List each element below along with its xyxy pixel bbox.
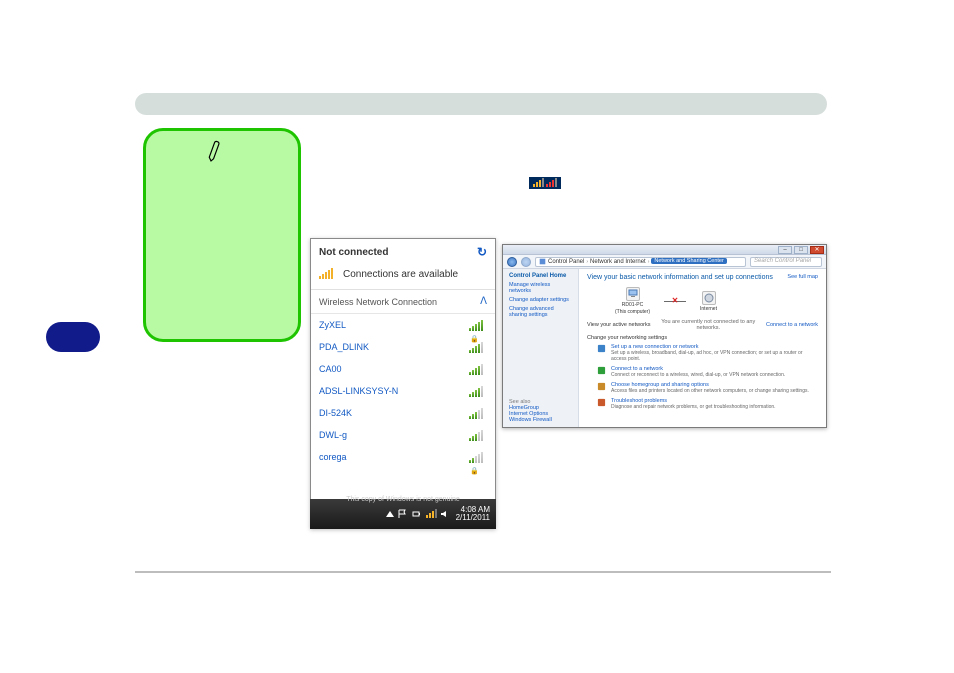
- wifi-status-text: Not connected: [319, 247, 388, 258]
- close-button[interactable]: ✕: [810, 246, 824, 254]
- task-icon: [597, 366, 606, 375]
- wifi-network-name: DWL-g: [319, 430, 347, 440]
- signal-strength-icon: 🔒: [469, 319, 487, 331]
- signal-strength-icon: [469, 385, 487, 397]
- cp-task-item[interactable]: Choose homegroup and sharing optionsAcce…: [597, 382, 818, 394]
- sidebar-heading: Control Panel Home: [509, 273, 572, 279]
- task-desc: Access files and printers located on oth…: [611, 388, 809, 394]
- wifi-network-item[interactable]: DI-524K: [311, 402, 495, 424]
- pc-name-label: RD01-PC: [622, 302, 643, 308]
- wifi-network-item[interactable]: DWL-g: [311, 424, 495, 446]
- task-icon: [597, 398, 606, 407]
- window-titlebar[interactable]: – □ ✕: [503, 245, 826, 255]
- sidebar-link-advanced-sharing[interactable]: Change advanced sharing settings: [509, 306, 572, 318]
- wifi-network-name: CA00: [319, 364, 342, 374]
- sidebar-link-adapter[interactable]: Change adapter settings: [509, 297, 572, 303]
- volume-icon[interactable]: [440, 509, 450, 519]
- signal-strength-icon: [469, 407, 487, 419]
- cp-task-item[interactable]: Troubleshoot problemsDiagnose and repair…: [597, 398, 818, 410]
- broken-x-icon: ✕: [672, 296, 679, 305]
- blue-pill: [46, 322, 100, 352]
- cp-task-item[interactable]: Set up a new connection or networkSet up…: [597, 344, 818, 362]
- main-heading: View your basic network information and …: [587, 274, 773, 281]
- change-settings-heading: Change your networking settings: [587, 335, 818, 341]
- wifi-network-name: corega: [319, 452, 347, 462]
- signal-strength-icon: 🔒: [469, 451, 487, 463]
- network-broken-line: ✕: [664, 301, 686, 302]
- task-desc: Set up a wireless, broadband, dial-up, a…: [611, 350, 818, 362]
- clock-date: 2/11/2011: [456, 514, 490, 522]
- wifi-network-name: ZyXEL: [319, 320, 346, 330]
- internet-label: Internet: [700, 306, 717, 312]
- chevron-up-icon[interactable]: ᐱ: [480, 296, 487, 307]
- signal-strength-icon: [469, 363, 487, 375]
- crumb-2[interactable]: Network and Internet: [590, 259, 646, 265]
- maximize-button[interactable]: □: [794, 246, 808, 254]
- active-networks-heading: View your active networks: [587, 322, 650, 328]
- chevron-right-icon: ›: [586, 259, 588, 265]
- nav-forward-button[interactable]: [521, 257, 531, 267]
- cp-task-item[interactable]: Connect to a networkConnect or reconnect…: [597, 366, 818, 378]
- wireless-networks-popup: Not connected ↻ Connections are availabl…: [310, 238, 496, 529]
- windows-genuine-text: This copy of Windows is not genuine: [310, 496, 496, 503]
- refresh-icon[interactable]: ↻: [477, 245, 487, 259]
- wifi-network-item[interactable]: corega 🔒: [311, 446, 495, 468]
- active-networks-msg: You are currently not connected to any n…: [650, 319, 766, 331]
- wifi-network-item[interactable]: ADSL-LINKSYSY-N: [311, 380, 495, 402]
- sidebar-link-manage-wireless[interactable]: Manage wireless networks: [509, 282, 572, 294]
- task-desc: Connect or reconnect to a wireless, wire…: [611, 372, 785, 378]
- pen-icon: [200, 135, 229, 164]
- pc-icon: [626, 287, 640, 301]
- green-note-box: [143, 128, 301, 342]
- bottom-divider: [135, 571, 831, 573]
- top-rounded-bar: [135, 93, 827, 115]
- wifi-network-item[interactable]: ZyXEL 🔒: [311, 314, 495, 336]
- chevron-right-icon: ›: [648, 259, 650, 265]
- address-bar-row: Control Panel › Network and Internet › N…: [503, 255, 826, 269]
- task-desc: Diagnose and repair network problems, or…: [611, 404, 776, 410]
- connections-available-text: Connections are available: [343, 269, 458, 280]
- wifi-network-item[interactable]: PDA_DLINK: [311, 336, 495, 358]
- wifi-network-name: DI-524K: [319, 408, 352, 418]
- wireless-section-title: Wireless Network Connection: [319, 297, 437, 307]
- cp-main: View your basic network information and …: [579, 269, 826, 427]
- signal-strength-icon: [469, 341, 487, 353]
- connect-network-link[interactable]: Connect to a network: [766, 322, 818, 328]
- signal-available-icon: [319, 267, 337, 281]
- network-tray-icon[interactable]: [426, 509, 436, 519]
- crumb-1[interactable]: Control Panel: [548, 259, 584, 265]
- task-list: Set up a new connection or networkSet up…: [587, 344, 818, 410]
- wifi-network-name: ADSL-LINKSYSY-N: [319, 386, 398, 396]
- minimize-button[interactable]: –: [778, 246, 792, 254]
- task-icon: [597, 382, 606, 391]
- control-panel-icon: [539, 258, 546, 265]
- nav-back-button[interactable]: [507, 257, 517, 267]
- power-icon[interactable]: [412, 509, 422, 519]
- search-input[interactable]: Search Control Panel: [750, 257, 822, 267]
- flag-icon[interactable]: [398, 509, 408, 519]
- wifi-network-item[interactable]: CA00: [311, 358, 495, 380]
- pc-sub-label: (This computer): [615, 309, 650, 315]
- windows-taskbar: This copy of Windows is not genuine 4:08…: [310, 499, 496, 529]
- breadcrumb[interactable]: Control Panel › Network and Internet › N…: [535, 257, 746, 267]
- lock-icon: 🔒: [470, 468, 479, 475]
- tray-chevron-icon[interactable]: [386, 511, 394, 517]
- wireless-network-list: ZyXEL 🔒 PDA_DLINK CA00 ADSL-LINKSYSY-N DI-524…: [311, 314, 495, 468]
- crumb-3[interactable]: Network and Sharing Center: [651, 258, 726, 264]
- see-full-map-link[interactable]: See full map: [787, 274, 818, 280]
- task-icon: [597, 344, 606, 353]
- tray-network-icon-sample: [529, 177, 561, 189]
- system-clock[interactable]: 4:08 AM 2/11/2011: [456, 506, 490, 522]
- network-map: RD01-PC (This computer) ✕ Internet: [615, 287, 818, 315]
- wifi-network-name: PDA_DLINK: [319, 342, 369, 352]
- globe-icon: [702, 291, 716, 305]
- network-sharing-center-window: – □ ✕ Control Panel › Network and Intern…: [502, 244, 827, 428]
- see-also-firewall[interactable]: Windows Firewall: [509, 417, 572, 423]
- signal-strength-icon: [469, 429, 487, 441]
- cp-sidebar: Control Panel Home Manage wireless netwo…: [503, 269, 579, 427]
